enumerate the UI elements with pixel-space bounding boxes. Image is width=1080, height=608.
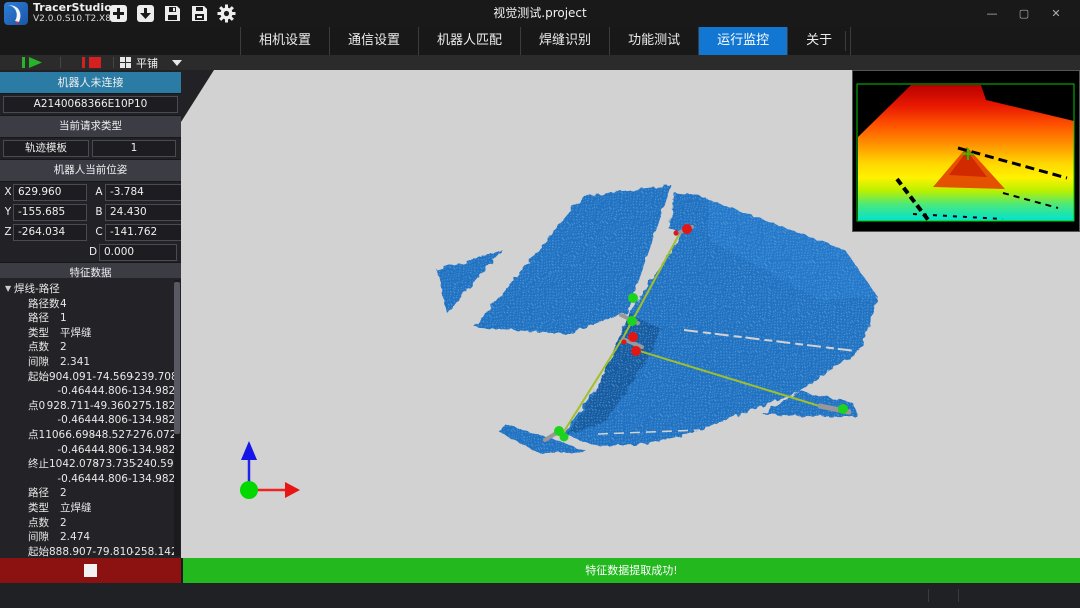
settings-gear-icon[interactable] (217, 4, 236, 23)
maximize-icon[interactable]: ▢ (1008, 0, 1040, 27)
tab-comm-settings[interactable]: 通信设置 (330, 27, 419, 55)
tab-robot-match[interactable]: 机器人匹配 (419, 27, 521, 55)
tab-camera-settings[interactable]: 相机设置 (240, 27, 330, 55)
robot-pose-grid: X629.960A-3.784Y-155.685B24.430Z-264.034… (0, 182, 181, 263)
tree-scrollbar[interactable] (174, 280, 180, 556)
app-name: TracerStudio (33, 2, 112, 14)
pose-header: 机器人当前位姿 (0, 160, 181, 182)
pose-value-y[interactable]: -155.685 (13, 204, 87, 221)
tree-scrollbar-thumb[interactable] (174, 282, 180, 434)
tree-row[interactable]: 路径2 (0, 486, 172, 501)
pose-field-a: A-3.784 (87, 184, 183, 201)
play-icon[interactable] (22, 57, 44, 68)
tree-row[interactable]: 起始888.907-79.810-258.142 (0, 545, 172, 558)
minimize-icon[interactable]: — (976, 0, 1008, 27)
pose-value-c[interactable]: -141.762 (105, 224, 183, 241)
pose-field-c: C-141.762 (87, 224, 183, 241)
app-logo-icon (4, 2, 28, 25)
device-id-field[interactable]: A2140068366E10P10 (3, 96, 178, 113)
main-tab-bar: 相机设置通信设置机器人匹配焊缝识别功能测试运行监控关于 (0, 27, 1080, 56)
app-window: TracerStudio V2.0.0.S10.T2.X8 (0, 0, 1080, 608)
tab-about[interactable]: 关于 (788, 27, 851, 55)
title-bar: TracerStudio V2.0.0.S10.T2.X8 (0, 0, 1080, 27)
tab-run-monitor[interactable]: 运行监控 (699, 27, 788, 55)
tree-root-label: 焊线-路径 (14, 282, 60, 297)
tree-collapse-icon[interactable]: ▼ (5, 282, 14, 297)
depth-map-image (853, 71, 1079, 231)
pose-value-a[interactable]: -3.784 (105, 184, 183, 201)
point-cloud (400, 150, 920, 480)
stop-checkbox[interactable] (84, 564, 97, 577)
tree-row[interactable]: 类型立焊缝 (0, 501, 172, 516)
tile-layout-icon (120, 57, 131, 68)
tree-row[interactable]: 间隙2.341 (0, 355, 172, 370)
close-icon[interactable]: ✕ (1040, 0, 1072, 27)
pose-value-x[interactable]: 629.960 (13, 184, 87, 201)
status-message-bar: 特征数据提取成功! (183, 558, 1080, 583)
axis-triad-icon (240, 441, 300, 499)
request-type-header: 当前请求类型 (0, 116, 181, 138)
tree-row[interactable]: 路径1 (0, 311, 172, 326)
tree-row[interactable]: 间隙2.474 (0, 530, 172, 545)
viewport-3d[interactable] (181, 70, 1080, 558)
tree-row[interactable]: 终止1042.078-73.735-240.598 (0, 457, 172, 472)
project-title: 视觉测试.project (0, 0, 1080, 27)
pose-value-b[interactable]: 24.430 (105, 204, 183, 221)
tree-row[interactable]: 点11066.698-48.527-276.072 (0, 428, 172, 443)
save-icon[interactable] (163, 4, 182, 23)
pose-value-z[interactable]: -264.034 (13, 224, 87, 241)
tree-row[interactable]: -0.46444.806-134.982 (0, 472, 172, 487)
pose-field-x: X629.960 (0, 184, 87, 201)
panel-corner-wedge (181, 70, 214, 122)
tree-row[interactable]: 点数2 (0, 516, 172, 531)
pose-field-b: B24.430 (87, 204, 183, 221)
tile-label: 平铺 (136, 55, 158, 71)
pose-field-y: Y-155.685 (0, 204, 87, 221)
tree-row[interactable]: 点数2 (0, 340, 172, 355)
new-project-icon[interactable] (109, 4, 128, 23)
tab-function-test[interactable]: 功能测试 (610, 27, 699, 55)
stop-icon[interactable] (82, 57, 104, 68)
tree-row[interactable]: -0.46444.806-134.982 (0, 413, 172, 428)
app-version: V2.0.0.S10.T2.X8 (33, 14, 111, 24)
tree-row[interactable]: -0.46444.806-134.982 (0, 443, 172, 458)
feature-tree: ▼ 焊线-路径 路径数4路径1类型平焊缝点数2间隙2.341起始904.091-… (0, 278, 181, 558)
tree-root-node[interactable]: ▼ 焊线-路径 (0, 282, 172, 297)
left-panel: 机器人未连接 A2140068366E10P10 当前请求类型 轨迹模板 1 机… (0, 70, 182, 558)
tree-row[interactable]: 起始904.091-74.569-239.708 (0, 370, 172, 385)
tree-row[interactable]: 类型平焊缝 (0, 326, 172, 341)
save-as-icon[interactable] (190, 4, 209, 23)
chevron-down-icon (172, 60, 182, 66)
trajectory-template-value[interactable]: 1 (92, 140, 176, 157)
tree-row[interactable]: 路径数4 (0, 297, 172, 312)
robot-connection-status: 机器人未连接 (0, 72, 181, 94)
tab-seam-recognition[interactable]: 焊缝识别 (521, 27, 610, 55)
window-controls: — ▢ ✕ (976, 0, 1072, 27)
open-project-icon[interactable] (136, 4, 155, 23)
status-bar: 10:57:07 07/04/2022 (0, 583, 1080, 608)
tab-strip: 相机设置通信设置机器人匹配焊缝识别功能测试运行监控关于 (240, 27, 851, 55)
run-toolbar: 平铺 (0, 55, 1080, 71)
layout-tile-dropdown[interactable]: 平铺 (120, 55, 182, 70)
pose-field-z: Z-264.034 (0, 224, 87, 241)
tree-row[interactable]: -0.46444.806-134.982 (0, 384, 172, 399)
trajectory-template-label: 轨迹模板 (3, 140, 89, 157)
depth-map-preview[interactable] (852, 70, 1080, 232)
pose-field-d: D0.000 (81, 244, 177, 261)
tree-row[interactable]: 点0928.711-49.360-275.182 (0, 399, 172, 414)
pose-value-d[interactable]: 0.000 (99, 244, 177, 261)
